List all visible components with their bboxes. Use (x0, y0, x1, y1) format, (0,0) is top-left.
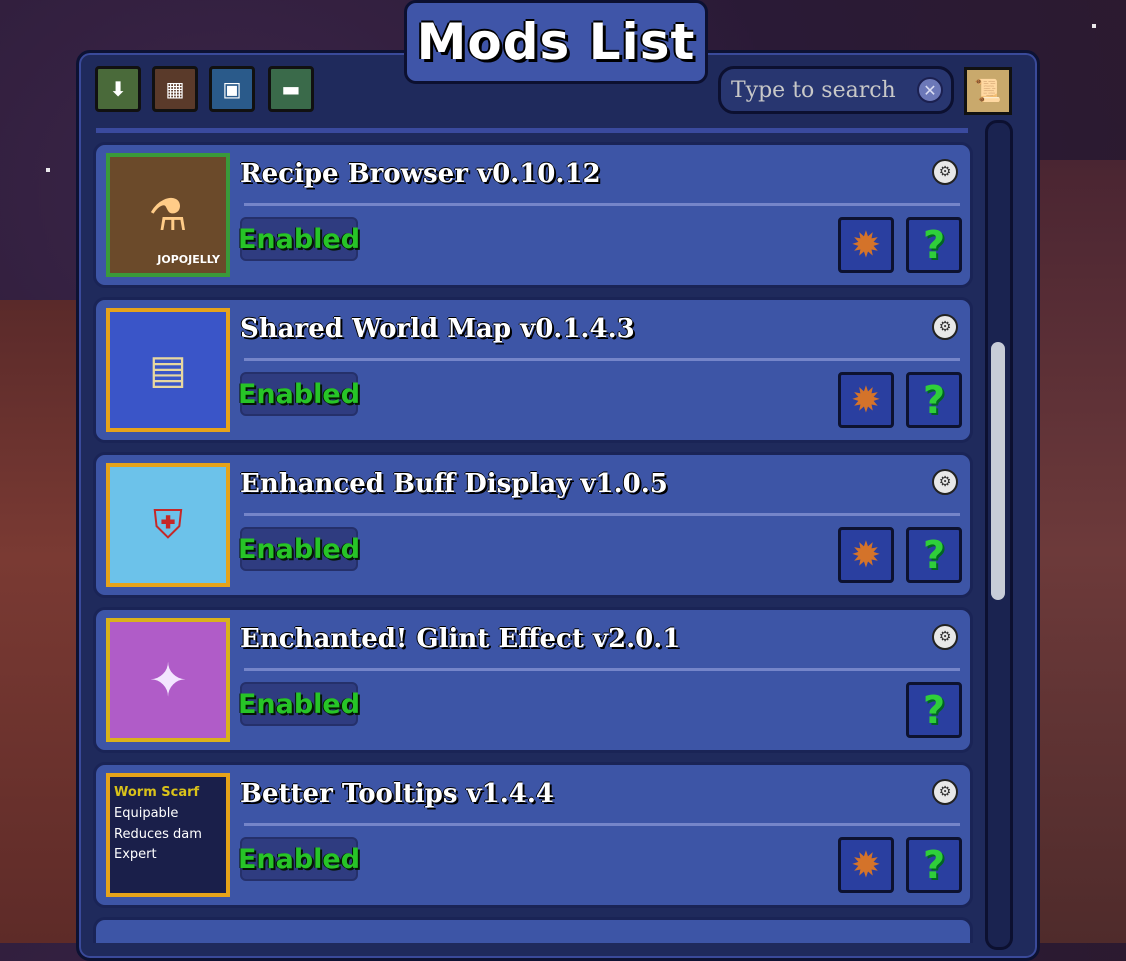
mod-divider (244, 203, 960, 206)
list-top-divider (96, 128, 968, 133)
help-button[interactable]: ? (906, 372, 962, 428)
mod-row[interactable]: JOPOJELLY ⚗ Recipe Browser v0.10.12 ⚙ En… (93, 142, 973, 288)
clear-search-icon[interactable]: ✕ (917, 77, 943, 103)
scrollbar-thumb[interactable] (991, 342, 1005, 600)
question-icon: ? (922, 378, 946, 422)
mod-row[interactable]: ⛨ Enhanced Buff Display v1.0.5 ⚙ Enabled… (93, 452, 973, 598)
search-box[interactable]: ✕ (718, 66, 954, 114)
help-button[interactable]: ? (906, 682, 962, 738)
mod-browser-icon[interactable]: ▦ (152, 66, 198, 112)
tooltip-line: Expert (114, 847, 157, 863)
question-icon: ? (922, 688, 946, 732)
mod-name: Recipe Browser v0.10.12 (240, 159, 601, 189)
mod-divider (244, 823, 960, 826)
page-title: Mods List (404, 0, 708, 84)
tooltip-line: Equipable (114, 805, 179, 821)
mod-name: Enchanted! Glint Effect v2.0.1 (240, 624, 681, 654)
mod-row[interactable] (93, 917, 973, 943)
status-badge[interactable]: Enabled (238, 527, 360, 571)
mod-row[interactable]: ✦ Enchanted! Glint Effect v2.0.1 ⚙ Enabl… (93, 607, 973, 753)
mod-row[interactable]: Worm Scarf Equipable Reduces dam Expert … (93, 762, 973, 908)
config-button[interactable]: ✹ (838, 217, 894, 273)
question-icon: ? (922, 533, 946, 577)
mod-divider (244, 668, 960, 671)
chef-icon: ⚗ (148, 189, 188, 241)
gear-icon: ✹ (850, 534, 882, 576)
gear-icon: ✹ (850, 844, 882, 886)
question-icon: ? (922, 223, 946, 267)
status-badge[interactable]: Enabled (238, 837, 360, 881)
steam-icon: ⚙ (932, 159, 958, 185)
shield-icon: ⛨ (153, 502, 183, 548)
steam-icon: ⚙ (932, 624, 958, 650)
mod-thumbnail: ▤ (106, 308, 230, 432)
status-badge[interactable]: Enabled (238, 372, 360, 416)
search-input[interactable] (729, 76, 917, 104)
config-button[interactable]: ✹ (838, 837, 894, 893)
help-button[interactable]: ? (906, 217, 962, 273)
config-button[interactable]: ✹ (838, 527, 894, 583)
steam-icon: ⚙ (932, 779, 958, 805)
steam-icon: ⚙ (932, 314, 958, 340)
mod-thumbnail: ✦ (106, 618, 230, 742)
steam-icon: ⚙ (932, 469, 958, 495)
mod-divider (244, 358, 960, 361)
background-star (1092, 24, 1096, 28)
background-star (46, 168, 50, 172)
status-badge[interactable]: Enabled (238, 217, 360, 261)
mod-divider (244, 513, 960, 516)
mod-pack-icon[interactable]: ▬ (268, 66, 314, 112)
help-button[interactable]: ? (906, 527, 962, 583)
tooltip-line: Worm Scarf (114, 785, 200, 800)
mod-name: Shared World Map v0.1.4.3 (240, 314, 635, 344)
gear-icon: ✹ (850, 379, 882, 421)
tooltip-line: Reduces dam (114, 826, 202, 842)
mod-row[interactable]: ▤ Shared World Map v0.1.4.3 ⚙ Enabled ✹ … (93, 297, 973, 443)
status-badge[interactable]: Enabled (238, 682, 360, 726)
mod-thumbnail: JOPOJELLY ⚗ (106, 153, 230, 277)
scroll-icon[interactable]: 📜 (964, 67, 1012, 115)
mod-name: Better Tooltips v1.4.4 (240, 779, 554, 809)
config-button[interactable]: ✹ (838, 372, 894, 428)
download-mods-icon[interactable]: ⬇ (95, 66, 141, 112)
mod-thumbnail: ⛨ (106, 463, 230, 587)
sword-icon: ✦ (148, 653, 188, 707)
mod-name: Enhanced Buff Display v1.0.5 (240, 469, 668, 499)
question-icon: ? (922, 843, 946, 887)
gear-icon: ✹ (850, 224, 882, 266)
mod-sources-icon[interactable]: ▣ (209, 66, 255, 112)
thumbnail-label: JOPOJELLY (157, 253, 220, 267)
mod-thumbnail: Worm Scarf Equipable Reduces dam Expert (106, 773, 230, 897)
help-button[interactable]: ? (906, 837, 962, 893)
map-icon: ▤ (149, 347, 187, 393)
